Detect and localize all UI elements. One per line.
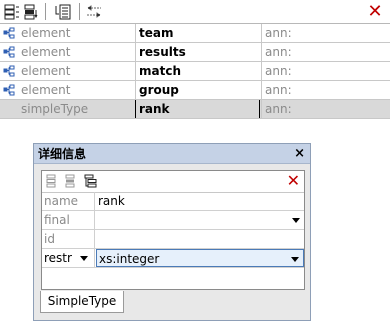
row-name[interactable]: team — [135, 24, 260, 42]
table-row[interactable]: element group ann: — [0, 81, 390, 100]
table-row[interactable]: element match ann: — [0, 62, 390, 81]
table-row-selected[interactable]: simpleType rank ann: — [0, 100, 390, 119]
dropdown-arrow-icon[interactable] — [289, 253, 301, 265]
row-annotation[interactable]: ann: — [261, 43, 387, 61]
dialog-close-icon[interactable]: × — [294, 145, 305, 162]
property-row-id: id — [42, 230, 304, 249]
id-label: id — [42, 230, 95, 248]
final-select[interactable] — [96, 211, 304, 229]
row-kind: element — [21, 64, 71, 78]
row-name[interactable]: group — [135, 81, 260, 99]
row-annotation[interactable]: ann: — [261, 24, 387, 42]
dialog-title-bar[interactable]: 详细信息 × — [34, 144, 310, 164]
insert-row-icon[interactable] — [63, 172, 81, 190]
main-toolbar: ✕ — [0, 0, 390, 24]
final-label: final — [42, 211, 95, 229]
restriction-label: restr — [44, 251, 72, 265]
tab-simpletype[interactable]: SimpleType — [40, 291, 124, 313]
table-row[interactable]: element results ann: — [0, 43, 390, 62]
child-row-icon[interactable] — [82, 172, 100, 190]
append-row-icon[interactable] — [44, 172, 62, 190]
row-icon-empty — [0, 100, 18, 118]
details-panel: ✕ name rank final id restr xs:integer — [41, 170, 305, 290]
element-icon — [0, 43, 18, 61]
name-label: name — [42, 192, 95, 210]
dropdown-arrow-icon[interactable] — [290, 214, 302, 226]
table-row[interactable]: element team ann: — [0, 24, 390, 43]
insert-row-icon[interactable] — [22, 2, 42, 21]
delete-icon[interactable]: ✕ — [287, 171, 300, 191]
row-name[interactable]: results — [135, 43, 260, 61]
element-icon — [0, 81, 18, 99]
restriction-type-value: xs:integer — [99, 252, 160, 266]
row-name[interactable]: rank — [135, 100, 260, 118]
property-row-restriction: restr xs:integer — [42, 249, 304, 268]
property-row-final: final — [42, 211, 304, 230]
row-annotation[interactable]: ann: — [261, 100, 387, 118]
details-toolbar: ✕ — [42, 171, 304, 193]
row-kind: element — [21, 45, 71, 59]
close-icon[interactable]: ✕ — [366, 2, 384, 21]
element-icon — [0, 62, 18, 80]
details-dialog: 详细信息 × ✕ name rank final id restr xs:int… — [33, 143, 311, 321]
row-annotation[interactable]: ann: — [261, 62, 387, 80]
row-kind: element — [21, 83, 71, 97]
id-field[interactable] — [96, 230, 304, 248]
property-row-name: name rank — [42, 192, 304, 211]
dialog-title: 详细信息 — [38, 147, 87, 161]
element-icon — [0, 24, 18, 42]
append-row-icon[interactable] — [2, 2, 22, 21]
toggle-view-icon[interactable] — [84, 2, 104, 21]
schema-grid: element team ann: element results ann: e… — [0, 24, 390, 119]
row-kind: element — [21, 26, 71, 40]
row-annotation[interactable]: ann: — [261, 81, 387, 99]
restriction-type-select[interactable]: xs:integer — [96, 249, 304, 267]
name-field[interactable]: rank — [96, 192, 304, 210]
restriction-select[interactable]: restr — [42, 249, 95, 267]
row-name[interactable]: match — [135, 62, 260, 80]
child-row-icon[interactable] — [53, 2, 73, 21]
dropdown-arrow-icon[interactable] — [78, 252, 90, 264]
row-kind: simpleType — [21, 102, 89, 116]
